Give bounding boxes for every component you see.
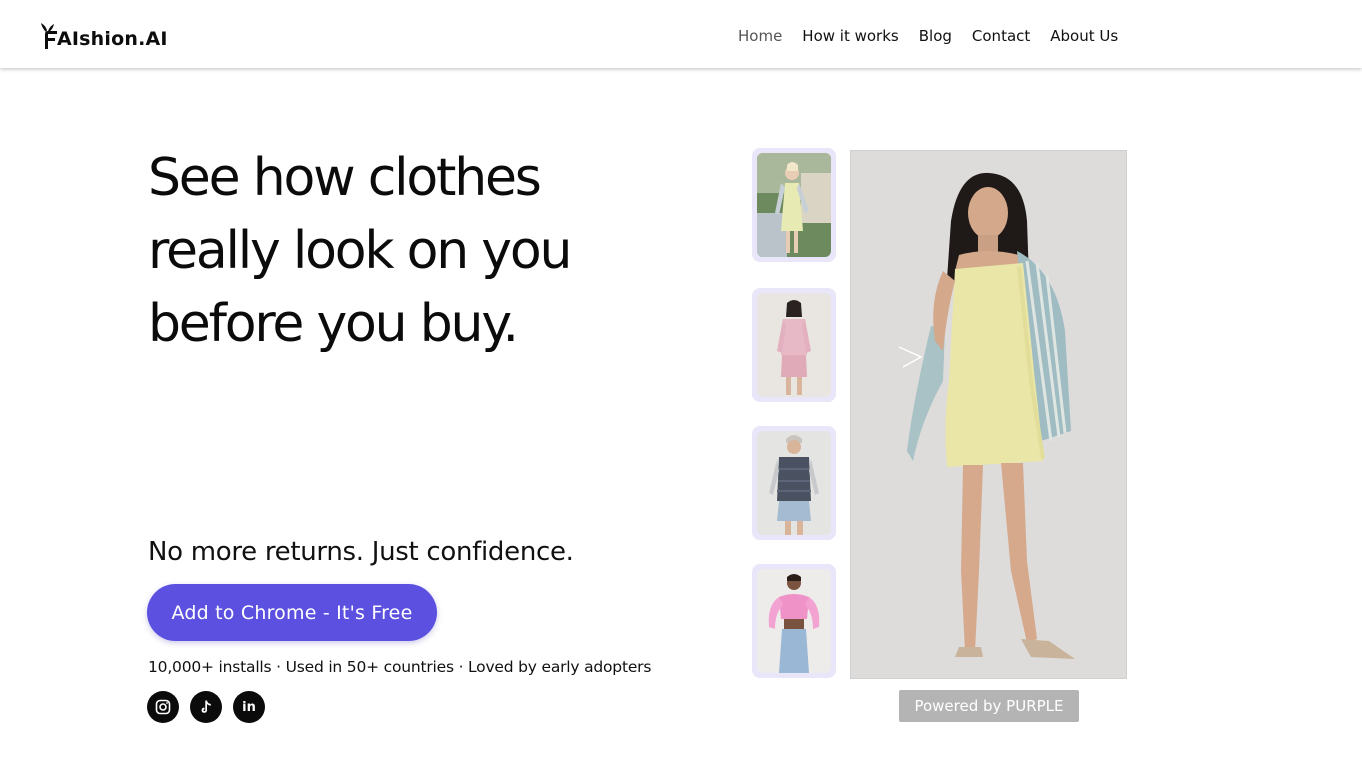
site-header: AIshion.AI Home How it works Blog Contac… <box>0 0 1362 68</box>
social-proof-stats: 10,000+ installs · Used in 50+ countries… <box>148 658 652 676</box>
logo-text: AIshion.AI <box>57 28 168 50</box>
social-links: in <box>147 691 276 723</box>
hero-subheadline: No more returns. Just confidence. <box>148 537 574 567</box>
nav-contact[interactable]: Contact <box>972 25 1030 47</box>
pink-blazer-thumbnail-image <box>757 293 831 397</box>
tiktok-link[interactable] <box>190 691 222 723</box>
nav-about-us[interactable]: About Us <box>1050 25 1118 47</box>
instagram-link[interactable] <box>147 691 179 723</box>
pink-top-thumbnail-image <box>757 569 831 673</box>
linkedin-link[interactable]: in <box>233 691 265 723</box>
powered-by-badge: Powered by PURPLE <box>899 690 1079 722</box>
headline-line: before you buy. <box>148 294 519 354</box>
thumbnail-pink-blazer[interactable] <box>752 288 836 402</box>
headline-line: See how clothes <box>148 148 542 208</box>
nav-how-it-works[interactable]: How it works <box>802 25 898 47</box>
thumbnail-image <box>757 153 831 257</box>
nav-blog[interactable]: Blog <box>919 25 952 47</box>
nav-home[interactable]: Home <box>738 25 782 47</box>
thumbnail-image <box>757 431 831 535</box>
model-yellow-dress-image <box>851 151 1126 678</box>
thumbnail-pink-top[interactable] <box>752 564 836 678</box>
hero-headline: See how clothes really look on you befor… <box>148 142 708 361</box>
linkedin-icon: in <box>242 699 256 715</box>
thumbnail-image <box>757 293 831 397</box>
add-to-chrome-button[interactable]: Add to Chrome - It's Free <box>147 584 437 641</box>
puffer-vest-thumbnail-image <box>757 431 831 535</box>
brand-logo[interactable]: AIshion.AI <box>40 18 168 50</box>
headline-line: really look on you <box>148 221 572 281</box>
thumbnail-puffer-vest[interactable] <box>752 426 836 540</box>
tiktok-icon <box>201 700 211 713</box>
thumbnail-image <box>757 569 831 673</box>
yellow-dress-thumbnail-image <box>757 153 831 257</box>
instagram-icon <box>155 699 171 715</box>
main-nav: Home How it works Blog Contact About Us <box>738 25 1138 47</box>
main-model-photo <box>850 150 1127 679</box>
thumbnail-yellow-dress[interactable] <box>752 148 836 262</box>
